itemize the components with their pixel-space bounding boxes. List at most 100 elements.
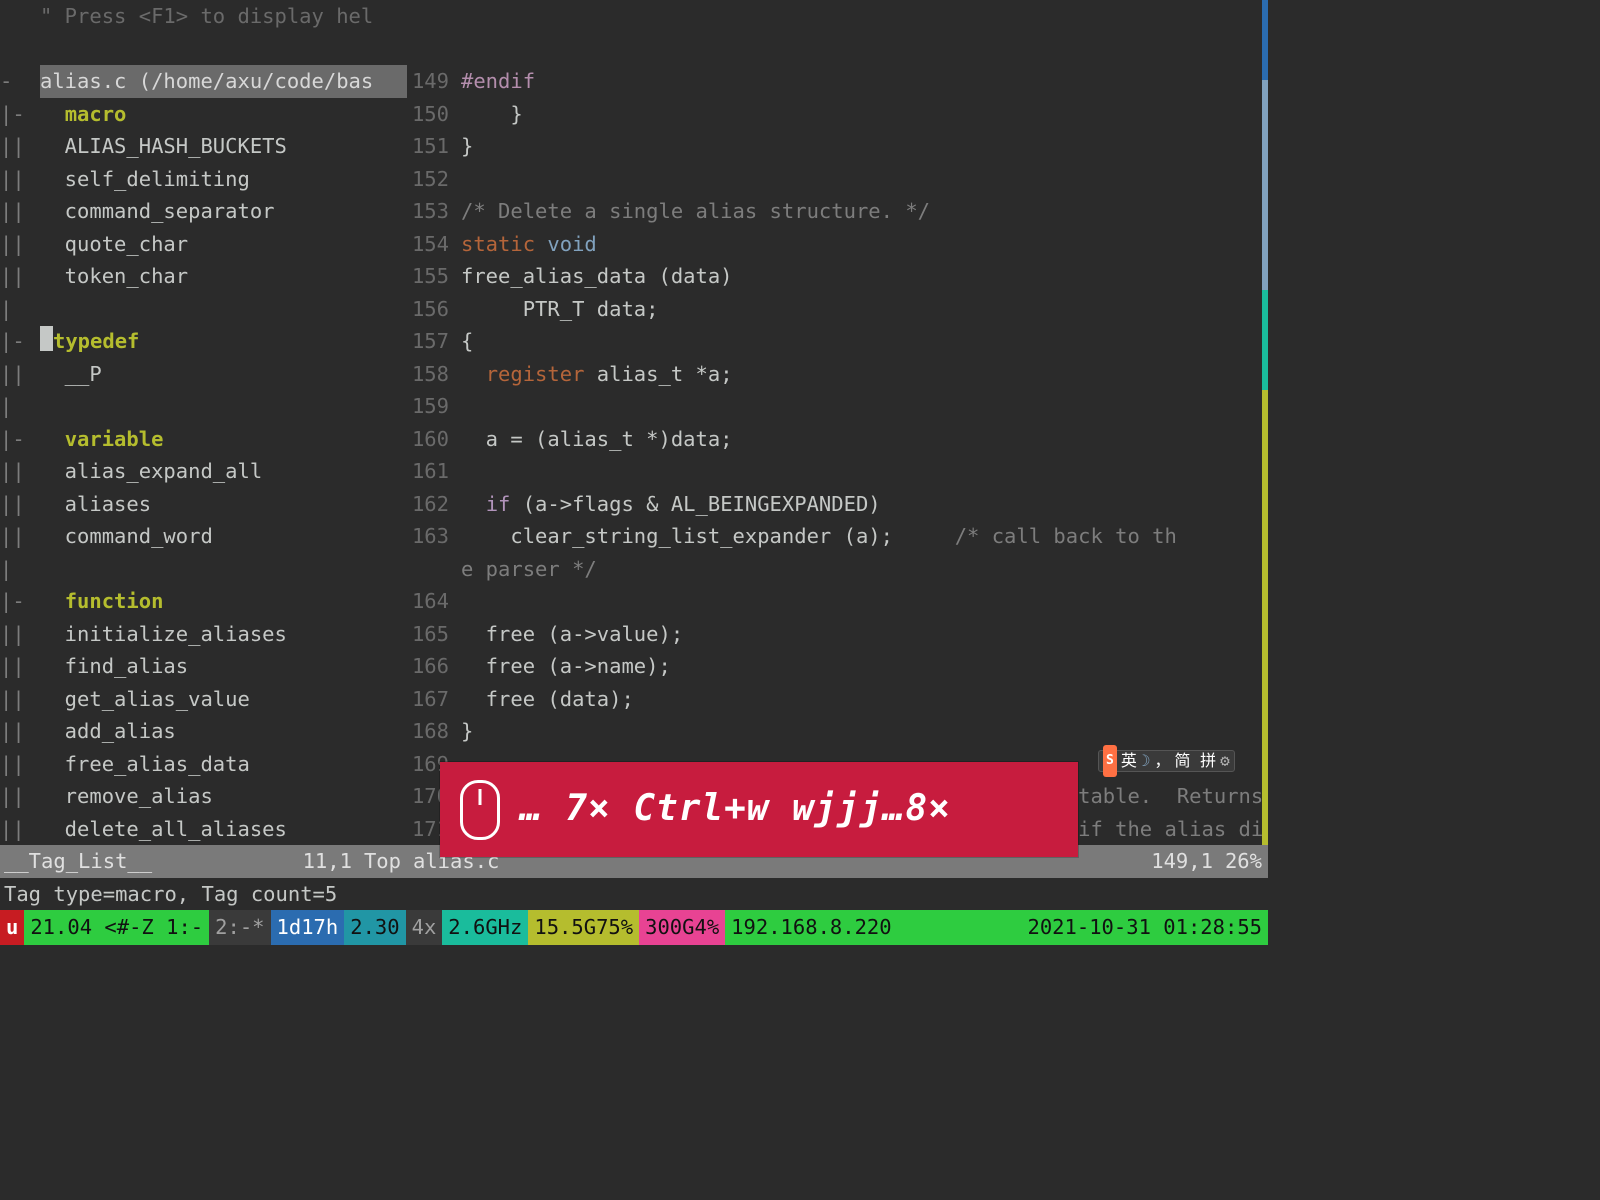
- tag-item[interactable]: || initialize_aliases: [0, 618, 407, 651]
- code-line[interactable]: 161: [407, 455, 1268, 488]
- code-line[interactable]: 162 if (a->flags & AL_BEINGEXPANDED): [407, 488, 1268, 521]
- tag-item[interactable]: || command_separator: [0, 195, 407, 228]
- tag-item[interactable]: || alias_expand_all: [0, 455, 407, 488]
- code-line[interactable]: 153/* Delete a single alias structure. *…: [407, 195, 1268, 228]
- code-token: /* call back to th: [955, 524, 1177, 548]
- code-line[interactable]: 152: [407, 163, 1268, 196]
- line-number: 154: [407, 228, 461, 261]
- tmux-freq: 2.6GHz: [442, 910, 528, 945]
- code-line[interactable]: 149#endif: [407, 65, 1268, 98]
- tmux-window[interactable]: 2:-*: [209, 910, 270, 945]
- tag-item[interactable]: || get_alias_value: [0, 683, 407, 716]
- section-label: function: [65, 589, 164, 613]
- taglist-blank: [0, 33, 407, 66]
- tag-label: ALIAS_HASH_BUCKETS: [40, 134, 287, 158]
- tag-label: find_alias: [40, 654, 188, 678]
- tag-label: remove_alias: [40, 784, 213, 808]
- code-token: #endif: [461, 69, 535, 93]
- taglist-status: __Tag_List__ 11,1 Top: [0, 845, 407, 878]
- ime-indicator[interactable]: S 英 ☽ ， 简 拼 ⚙: [1098, 750, 1235, 772]
- code-token: }: [461, 134, 473, 158]
- code-line[interactable]: 154static void: [407, 228, 1268, 261]
- code-token: [461, 362, 486, 386]
- tag-label: self_delimiting: [40, 167, 250, 191]
- code-pane[interactable]: 149#endif150 }151}152153/* Delete a sing…: [407, 0, 1268, 845]
- tmux-session[interactable]: 21.04 <#-Z 1:-: [24, 910, 209, 945]
- tag-item[interactable]: || command_word: [0, 520, 407, 553]
- code-line[interactable]: 156 PTR_T data;: [407, 293, 1268, 326]
- code-token: free (data);: [461, 687, 634, 711]
- line-number: 167: [407, 683, 461, 716]
- code-line[interactable]: 165 free (a->value);: [407, 618, 1268, 651]
- tag-item[interactable]: || __P: [0, 358, 407, 391]
- code-token: clear_string_list_expander (a);: [461, 524, 955, 548]
- code-token: free_alias_data (data): [461, 264, 733, 288]
- gear-icon[interactable]: ⚙: [1220, 745, 1230, 778]
- line-number: 150: [407, 98, 461, 131]
- tag-item[interactable]: || aliases: [0, 488, 407, 521]
- tag-item[interactable]: || free_alias_data: [0, 748, 407, 781]
- tag-label: alias_expand_all: [40, 459, 262, 483]
- taglist-blank: |: [0, 553, 407, 586]
- overlay-text: … 7× Ctrl+w wjjj…8×: [520, 793, 951, 826]
- line-number: 158: [407, 358, 461, 391]
- code-line[interactable]: 159: [407, 390, 1268, 423]
- code-token: register: [486, 362, 585, 386]
- code-line[interactable]: 163 clear_string_list_expander (a); /* c…: [407, 520, 1268, 553]
- taglist-blank: |: [0, 293, 407, 326]
- code-line[interactable]: 151}: [407, 130, 1268, 163]
- code-token: }: [461, 719, 473, 743]
- tag-label: __P: [40, 362, 102, 386]
- taglist-section-variable[interactable]: |- variable: [0, 423, 407, 456]
- section-label: typedef: [53, 329, 139, 353]
- section-label: variable: [65, 427, 164, 451]
- code-line[interactable]: 157{: [407, 325, 1268, 358]
- tmux-cores: 4x: [406, 910, 443, 945]
- taglist-section-typedef[interactable]: |- typedef: [0, 325, 407, 358]
- tag-item[interactable]: || delete_all_aliases: [0, 813, 407, 846]
- line-number: 149: [407, 65, 461, 98]
- taglist-pane[interactable]: " Press <F1> to display hel - alias.c (/…: [0, 0, 407, 845]
- code-token: [535, 232, 547, 256]
- taglist-section-macro[interactable]: |- macro: [0, 98, 407, 131]
- tag-item[interactable]: || find_alias: [0, 650, 407, 683]
- taglist-section-function[interactable]: |- function: [0, 585, 407, 618]
- tag-item[interactable]: || add_alias: [0, 715, 407, 748]
- line-number: 163: [407, 520, 461, 553]
- tag-label: initialize_aliases: [40, 622, 287, 646]
- tag-item[interactable]: || ALIAS_HASH_BUCKETS: [0, 130, 407, 163]
- code-token: e parser */: [461, 557, 597, 581]
- taglist-file-header[interactable]: - alias.c (/home/axu/code/bas: [0, 65, 407, 98]
- vim-message: Tag type=macro, Tag count=5: [0, 878, 1268, 911]
- code-line[interactable]: 155free_alias_data (data): [407, 260, 1268, 293]
- code-line[interactable]: 166 free (a->name);: [407, 650, 1268, 683]
- code-token: alias_t *a;: [584, 362, 732, 386]
- line-number: 155: [407, 260, 461, 293]
- tag-item[interactable]: || remove_alias: [0, 780, 407, 813]
- code-line[interactable]: 164: [407, 585, 1268, 618]
- code-line[interactable]: 168}: [407, 715, 1268, 748]
- line-number: [407, 553, 461, 586]
- code-line[interactable]: 150 }: [407, 98, 1268, 131]
- tag-item[interactable]: || quote_char: [0, 228, 407, 261]
- code-token: static: [461, 232, 535, 256]
- tmux-bar[interactable]: u 21.04 <#-Z 1:- 2:-* 1d17h 2.30 4x 2.6G…: [0, 910, 1268, 945]
- line-number: 152: [407, 163, 461, 196]
- tag-label: delete_all_aliases: [40, 817, 287, 841]
- code-line[interactable]: 160 a = (alias_t *)data;: [407, 423, 1268, 456]
- tag-label: add_alias: [40, 719, 176, 743]
- code-line[interactable]: 158 register alias_t *a;: [407, 358, 1268, 391]
- code-line[interactable]: 167 free (data);: [407, 683, 1268, 716]
- tmux-prefix[interactable]: u: [0, 910, 24, 945]
- scroll-hint: [1262, 0, 1268, 80]
- tmux-swap: 300G4%: [639, 910, 725, 945]
- tag-item[interactable]: || self_delimiting: [0, 163, 407, 196]
- tag-label: aliases: [40, 492, 151, 516]
- code-line[interactable]: e parser */: [407, 553, 1268, 586]
- tmux-mem: 15.5G75%: [528, 910, 639, 945]
- code-token: void: [547, 232, 596, 256]
- code-token: }: [461, 102, 523, 126]
- tag-label: token_char: [40, 264, 188, 288]
- tag-label: free_alias_data: [40, 752, 250, 776]
- tag-item[interactable]: || token_char: [0, 260, 407, 293]
